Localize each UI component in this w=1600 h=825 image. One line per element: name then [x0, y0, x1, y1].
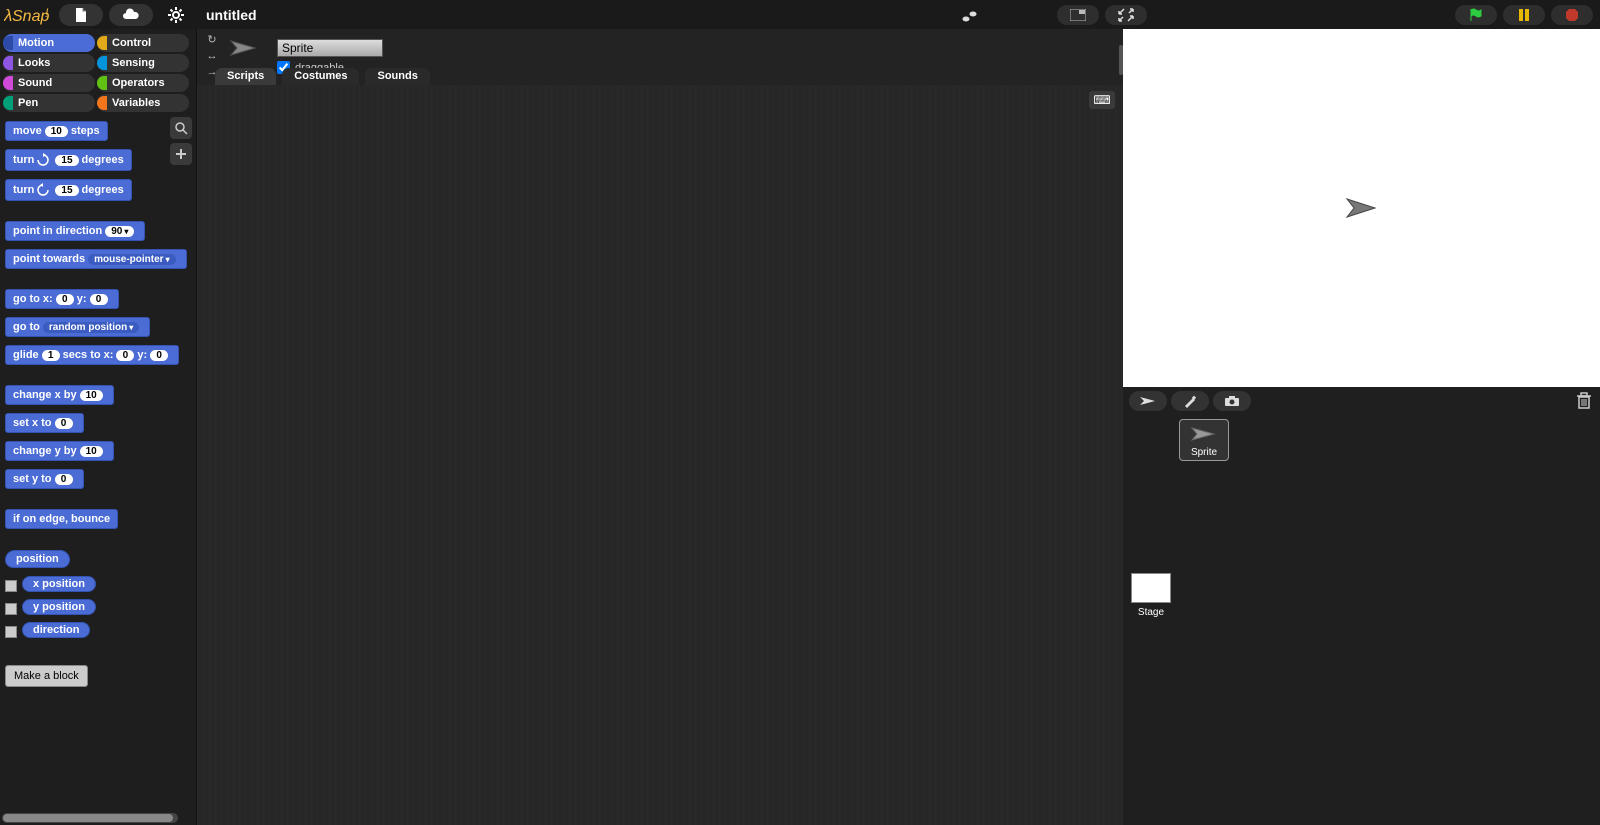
topbar-middle [950, 4, 990, 26]
category-sensing[interactable]: Sensing [97, 54, 189, 72]
category-selector: Motion Control Looks Sensing Sound Opera… [0, 29, 196, 113]
category-motion[interactable]: Motion [3, 34, 95, 52]
stage-icon[interactable] [1131, 573, 1171, 603]
palette-scrollbar[interactable] [2, 813, 178, 823]
block-goto[interactable]: go torandom position [5, 317, 150, 337]
green-flag-button[interactable] [1455, 5, 1497, 25]
tab-sounds[interactable]: Sounds [365, 68, 429, 85]
block-turn-cw[interactable]: turn 15degrees [5, 149, 132, 171]
checkbox-direction[interactable] [5, 626, 17, 638]
presentation-mode-button[interactable] [1105, 5, 1147, 25]
sprite-name-input[interactable] [277, 39, 383, 57]
stop-button[interactable] [1551, 5, 1593, 25]
editor-tabs: Scripts Costumes Sounds [215, 68, 430, 85]
category-sound[interactable]: Sound [3, 74, 95, 92]
small-stage-button[interactable] [1057, 5, 1099, 25]
project-title[interactable]: untitled [206, 7, 257, 23]
block-glide[interactable]: glide1secs to x:0y:0 [5, 345, 179, 365]
checkbox-x-position[interactable] [5, 580, 17, 592]
block-set-x[interactable]: set x to0 [5, 413, 84, 433]
rotation-flip-button[interactable]: ↔ [207, 49, 218, 63]
paint-new-sprite-button[interactable] [1171, 391, 1209, 411]
block-point-direction[interactable]: point in direction90 [5, 221, 145, 241]
sprite-bar: ↻ ↔ → draggable Scripts Costumes Sounds [197, 29, 1123, 85]
checkbox-y-position[interactable] [5, 603, 17, 615]
sprite-icon[interactable]: Sprite [1179, 419, 1229, 461]
block-set-y[interactable]: set y to0 [5, 469, 84, 489]
camera-new-sprite-button[interactable] [1213, 391, 1251, 411]
block-change-y[interactable]: change y by10 [5, 441, 114, 461]
svg-text:Snap: Snap [12, 8, 49, 25]
tab-costumes[interactable]: Costumes [282, 68, 359, 85]
reporter-direction[interactable]: direction [22, 622, 90, 638]
search-blocks-button[interactable] [170, 117, 192, 139]
rotation-rotate-button[interactable]: ↻ [207, 33, 216, 47]
keyboard-entry-button[interactable]: ⌨ [1089, 91, 1115, 109]
right-panel: Sprite Stage [1123, 29, 1600, 825]
file-menu-button[interactable] [59, 4, 103, 26]
block-move-steps[interactable]: move10steps [5, 121, 108, 141]
cloud-menu-button[interactable] [109, 4, 153, 26]
topbar: λ Snap ! untitled [0, 0, 1600, 29]
add-category-button[interactable] [170, 143, 192, 165]
category-pen[interactable]: Pen [3, 94, 95, 112]
pause-button[interactable] [1503, 5, 1545, 25]
run-controls [1452, 5, 1596, 25]
new-turtle-sprite-button[interactable] [1129, 391, 1167, 411]
snap-logo[interactable]: λ Snap ! [0, 0, 56, 29]
block-turn-ccw[interactable]: turn 15degrees [5, 179, 132, 201]
category-control[interactable]: Control [97, 34, 189, 52]
sprite-thumbnail[interactable] [229, 37, 259, 59]
center-panel: ↻ ↔ → draggable Scripts Costumes Sounds [197, 29, 1123, 825]
block-goto-xy[interactable]: go to x:0y:0 [5, 289, 119, 309]
stage-icon-wrapper: Stage [1131, 573, 1171, 618]
trash-button[interactable] [1576, 392, 1592, 410]
left-panel: Motion Control Looks Sensing Sound Opera… [0, 29, 197, 825]
stage-icon-label: Stage [1138, 607, 1164, 618]
block-palette[interactable]: move10steps turn 15degrees turn 15degree… [0, 113, 196, 825]
stage[interactable] [1123, 29, 1600, 387]
category-looks[interactable]: Looks [3, 54, 95, 72]
visible-stepping-button[interactable] [956, 4, 984, 26]
reporter-y-position[interactable]: y position [22, 599, 96, 615]
block-change-x[interactable]: change x by10 [5, 385, 114, 405]
category-operators[interactable]: Operators [97, 74, 189, 92]
stage-size-controls [1054, 5, 1150, 25]
category-variables[interactable]: Variables [97, 94, 189, 112]
block-position-header[interactable]: position [5, 550, 70, 568]
corral-bar [1123, 387, 1600, 415]
reporter-x-position[interactable]: x position [22, 576, 96, 592]
settings-menu-button[interactable] [162, 4, 190, 26]
block-point-towards[interactable]: point towardsmouse-pointer [5, 249, 187, 269]
stage-sprite[interactable] [1345, 195, 1379, 221]
make-block-button[interactable]: Make a block [5, 665, 88, 687]
tab-scripts[interactable]: Scripts [215, 68, 276, 85]
sprite-corral[interactable]: Sprite Stage [1123, 415, 1600, 825]
block-bounce[interactable]: if on edge, bounce [5, 509, 118, 529]
scripts-area[interactable]: ⌨ [197, 85, 1123, 825]
